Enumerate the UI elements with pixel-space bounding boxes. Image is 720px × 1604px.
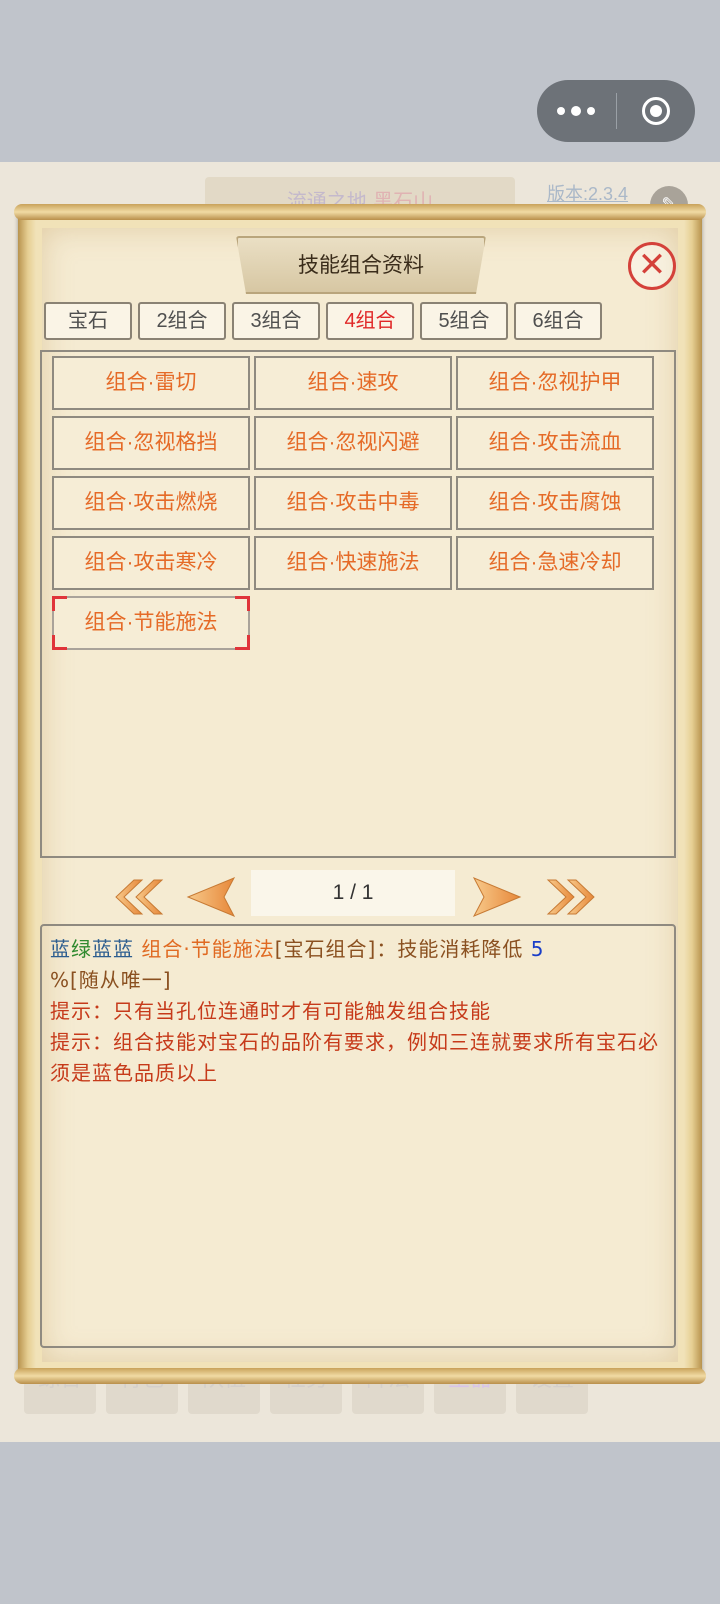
- tab-3-combo[interactable]: 3组合: [232, 302, 320, 340]
- pager: 1 / 1: [0, 868, 720, 924]
- selection-corner: [52, 596, 67, 611]
- combo-item[interactable]: 组合·速攻: [254, 356, 452, 410]
- scroll-bottom-rod: [14, 1368, 706, 1384]
- triangle-left-icon[interactable]: [184, 876, 238, 918]
- close-x-icon[interactable]: ✕: [628, 242, 676, 290]
- target-circle-icon[interactable]: [617, 80, 696, 142]
- tab-6-combo[interactable]: 6组合: [514, 302, 602, 340]
- combo-tabs: 宝石 2组合 3组合 4组合 5组合 6组合: [44, 302, 602, 340]
- version-link[interactable]: 版本:2.3.4: [547, 180, 628, 206]
- combo-effect: [宝石组合]：技能消耗降低: [274, 937, 524, 961]
- tab-gem[interactable]: 宝石: [44, 302, 132, 340]
- combo-item[interactable]: 组合·攻击燃烧: [52, 476, 250, 530]
- combo-item[interactable]: 组合·快速施法: [254, 536, 452, 590]
- combo-item-label: 组合·节能施法: [84, 611, 218, 634]
- effect-value: 5: [530, 937, 545, 961]
- selection-corner: [235, 635, 250, 650]
- selection-corner: [235, 596, 250, 611]
- combo-item[interactable]: 组合·攻击腐蚀: [456, 476, 654, 530]
- more-dots-icon[interactable]: [537, 80, 616, 142]
- description-line: 蓝绿蓝蓝 组合·节能施法[宝石组合]：技能消耗降低 5 %[随从唯一]: [50, 934, 666, 996]
- tab-5-combo[interactable]: 5组合: [420, 302, 508, 340]
- page-indicator: 1 / 1: [251, 870, 455, 916]
- combo-name: 组合·节能施法: [141, 937, 275, 961]
- gem-blue: 蓝: [50, 937, 71, 961]
- tab-4-combo[interactable]: 4组合: [326, 302, 414, 340]
- scroll-top-rod: [14, 204, 706, 220]
- selection-corner: [52, 635, 67, 650]
- combo-item[interactable]: 组合·攻击流血: [456, 416, 654, 470]
- combo-item[interactable]: 组合·攻击中毒: [254, 476, 452, 530]
- combo-grid: 组合·雷切 组合·速攻 组合·忽视护甲 组合·忽视格挡 组合·忽视闪避 组合·攻…: [40, 350, 676, 858]
- combo-item[interactable]: 组合·忽视护甲: [456, 356, 654, 410]
- tip-quality: 提示：组合技能对宝石的品阶有要求，例如三连就要求所有宝石必须是蓝色品质以上: [50, 1030, 659, 1085]
- triangle-right-icon[interactable]: [470, 876, 524, 918]
- dialog-title: 技能组合资料: [236, 236, 486, 294]
- combo-item[interactable]: 组合·急速冷却: [456, 536, 654, 590]
- double-chevron-right-icon[interactable]: [544, 876, 598, 918]
- combo-item[interactable]: 组合·忽视格挡: [52, 416, 250, 470]
- combo-description: 蓝绿蓝蓝 组合·节能施法[宝石组合]：技能消耗降低 5 %[随从唯一] 提示：只…: [40, 924, 676, 1348]
- gem-blue-pair: 蓝蓝: [92, 937, 134, 961]
- combo-item[interactable]: 组合·雷切: [52, 356, 250, 410]
- combo-item-selected[interactable]: 组合·节能施法: [52, 596, 250, 650]
- gem-green: 绿: [71, 937, 92, 961]
- double-chevron-left-icon[interactable]: [112, 876, 166, 918]
- combo-item[interactable]: 组合·攻击寒冷: [52, 536, 250, 590]
- mini-program-capsule: [537, 80, 695, 142]
- tab-2-combo[interactable]: 2组合: [138, 302, 226, 340]
- effect-suffix: %[随从唯一]: [50, 968, 172, 992]
- combo-item[interactable]: 组合·忽视闪避: [254, 416, 452, 470]
- tip-connection: 提示：只有当孔位连通时才有可能触发组合技能: [50, 999, 491, 1023]
